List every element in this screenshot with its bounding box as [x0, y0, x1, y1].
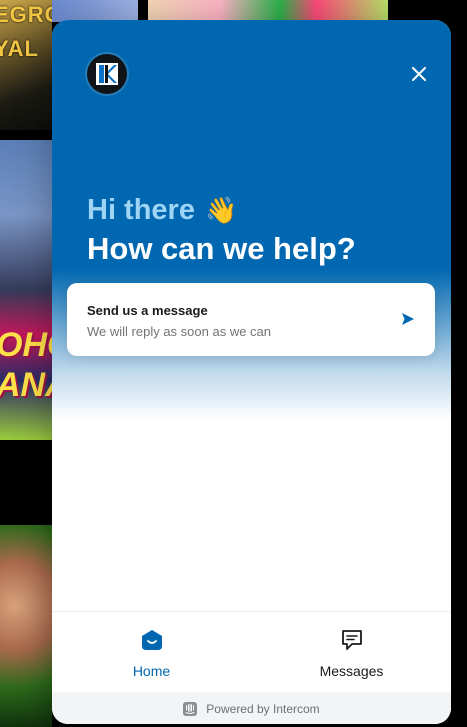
logo-k-icon — [96, 63, 118, 85]
game-thumbnail-3[interactable] — [0, 525, 52, 727]
powered-by-text: Powered by Intercom — [206, 701, 320, 716]
send-arrow-icon — [401, 312, 415, 331]
send-message-title: Send us a message — [87, 303, 208, 318]
game-thumbnail-2-title: OHC — [0, 326, 52, 364]
home-icon — [141, 629, 163, 656]
intercom-logo-icon — [183, 701, 198, 716]
game-thumbnail-1-title-2: YAL — [0, 36, 39, 61]
close-icon — [412, 67, 426, 81]
tab-messages[interactable]: Messages — [252, 612, 451, 692]
waving-hand-icon: 👋 — [204, 195, 238, 225]
tab-home[interactable]: Home — [52, 612, 251, 692]
messenger-header: Hi there 👋 How can we help? — [52, 20, 451, 420]
bottom-navigation: Home Messages Powered by Intercom — [52, 611, 451, 724]
close-button[interactable] — [405, 60, 433, 88]
tab-messages-label: Messages — [319, 663, 384, 679]
greeting-line-2: How can we help? — [87, 231, 356, 266]
send-message-card[interactable]: Send us a message We will reply as soon … — [67, 283, 435, 356]
intercom-messenger: Hi there 👋 How can we help? Send us a mes… — [52, 20, 451, 724]
game-thumbnail-4[interactable] — [52, 0, 138, 22]
tab-home-label: Home — [132, 663, 171, 679]
game-thumbnail-2-title-2: ANA — [0, 366, 52, 404]
game-thumbnail-5[interactable] — [148, 0, 388, 22]
game-thumbnail-1-title: EGROUND — [0, 2, 52, 27]
powered-by-intercom[interactable]: Powered by Intercom — [52, 692, 451, 724]
game-thumbnail-1[interactable]: EGROUND YAL — [0, 0, 52, 130]
company-logo — [87, 54, 127, 94]
game-thumbnail-2[interactable]: OHC ANA — [0, 140, 52, 440]
greeting-text: Hi there — [87, 194, 195, 226]
send-message-subtitle: We will reply as soon as we can — [87, 324, 272, 339]
greeting-line-1: Hi there 👋 — [87, 194, 237, 227]
messages-icon — [341, 629, 363, 656]
